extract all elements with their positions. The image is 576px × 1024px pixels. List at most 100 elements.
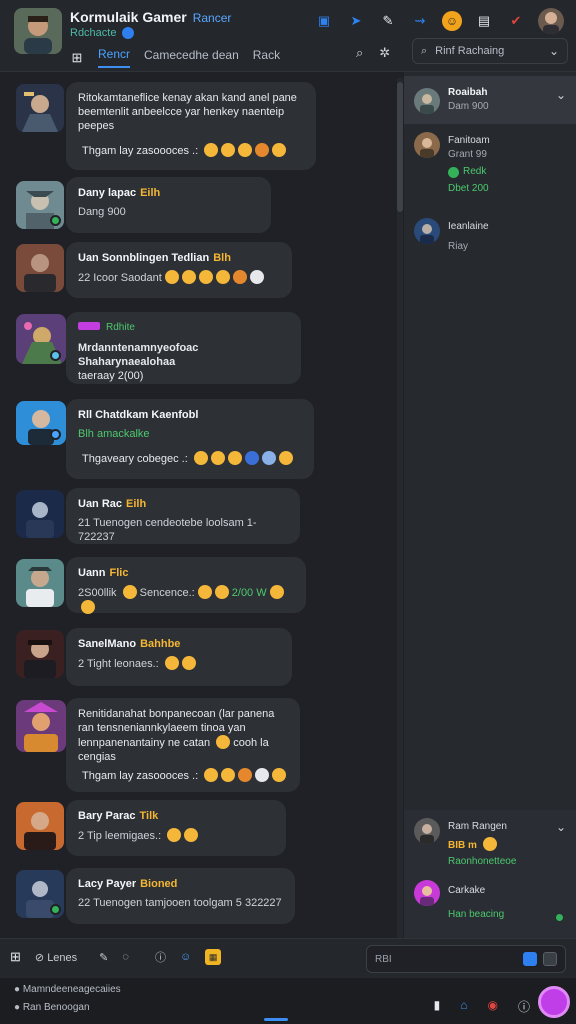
calendar-icon[interactable]: ▤: [474, 11, 494, 31]
emoji-icon[interactable]: [81, 600, 95, 614]
emoji-icon[interactable]: ☺: [180, 951, 191, 963]
emoji-icon[interactable]: [164, 656, 179, 670]
message-avatar[interactable]: [16, 802, 64, 850]
emoji-icon[interactable]: [261, 451, 276, 465]
clip-icon[interactable]: ⊘ Lenes: [35, 951, 77, 964]
tab-2[interactable]: Rack: [253, 48, 280, 67]
member-sub: Riay: [448, 241, 469, 252]
tab-0[interactable]: Rencr: [98, 47, 131, 68]
emoji-icon[interactable]: [255, 143, 270, 157]
message-avatar[interactable]: [16, 244, 64, 292]
search-input[interactable]: ⌕ Rinf Rachaing ⌄: [412, 38, 568, 64]
emoji-icon[interactable]: [181, 270, 196, 284]
pin-icon[interactable]: ✎: [378, 11, 398, 31]
emoji-icon[interactable]: [221, 143, 236, 157]
emoji-icon[interactable]: [238, 768, 253, 782]
message-avatar[interactable]: [16, 559, 64, 607]
user-avatar[interactable]: [538, 8, 564, 34]
member-text: Fanitoam Grant 99 Redk Dbet 200: [448, 134, 490, 196]
emoji-icon[interactable]: [198, 270, 213, 284]
emoji-icon[interactable]: [249, 270, 264, 284]
emoji-icon[interactable]: [232, 270, 247, 284]
emoji-icon[interactable]: [184, 828, 199, 842]
emoji-icon[interactable]: [181, 656, 196, 670]
online-status-icon: [448, 166, 459, 178]
sender-name[interactable]: Uann: [78, 567, 106, 579]
gif-icon[interactable]: ▦: [205, 949, 222, 965]
subtitle-text: Rdchacte: [70, 27, 117, 39]
sender-name[interactable]: Rll Chatdkam Kaenfobl: [78, 409, 198, 421]
notification-icon[interactable]: ✔: [506, 11, 526, 31]
grid-icon[interactable]: ⊞: [10, 949, 21, 965]
tab-1[interactable]: Camecedhe dean: [144, 48, 239, 67]
message-avatar[interactable]: [16, 84, 64, 132]
share-icon[interactable]: ⇝: [410, 11, 430, 31]
sender-name[interactable]: Dany lapac: [78, 187, 136, 199]
emoji-icon[interactable]: [272, 143, 287, 157]
emoji-icon[interactable]: [214, 585, 229, 599]
message-avatar[interactable]: [16, 700, 66, 752]
send-icon[interactable]: ➤: [346, 11, 366, 31]
sender-name[interactable]: Uan Rac: [78, 498, 122, 510]
footer-line: ● Ran Benoogan: [14, 1002, 90, 1013]
emoji-icon[interactable]: [193, 451, 208, 465]
message-bubble: Ritokamtaneflice kenay akan kand anel pa…: [66, 82, 316, 170]
channel-avatar[interactable]: [14, 8, 62, 54]
message-subline: 2 Tight leonaes.:: [78, 656, 280, 671]
member-text: Ram Rangen BIB m Raonhonetteoe: [448, 820, 516, 869]
book-icon[interactable]: ▮: [434, 998, 441, 1015]
emoji-icon[interactable]: [269, 585, 284, 599]
sender-name[interactable]: Uan Sonnblingen Tedlian: [78, 252, 209, 264]
emoji-icon[interactable]: [122, 585, 137, 599]
footer-icons: ▮ ⌂ ◉ ⓘ: [434, 998, 530, 1015]
record-icon[interactable]: ◉: [488, 998, 498, 1015]
sender-badge: Tilk: [139, 810, 159, 822]
emoji-icon[interactable]: [272, 768, 287, 782]
message-avatar[interactable]: [16, 490, 64, 538]
emoji-icon[interactable]: [227, 451, 242, 465]
emoji-icon[interactable]: [221, 768, 236, 782]
message-text: 2/00 W: [231, 587, 267, 599]
message-avatar[interactable]: [16, 630, 64, 678]
member-avatar: [414, 218, 440, 244]
message-bubble: Uann Flic 2S00llik Sencence.: 2/00 W: [66, 557, 306, 614]
sender-name[interactable]: SanelMano: [78, 638, 136, 650]
emoji-icon[interactable]: [255, 768, 270, 782]
emoji-icon[interactable]: [215, 270, 230, 284]
chevron-down-icon[interactable]: ⌄: [556, 88, 566, 102]
chevron-down-icon[interactable]: ⌄: [549, 44, 559, 58]
emoji-icon[interactable]: [204, 143, 219, 157]
settings-icon[interactable]: ✲: [379, 45, 390, 61]
tool-icons: ⌕ ✲: [356, 45, 390, 61]
emoji-icon[interactable]: [197, 585, 212, 599]
pin-icon[interactable]: ✎: [99, 951, 108, 964]
expand-icon[interactable]: [543, 952, 557, 966]
emoji-icon[interactable]: [210, 451, 225, 465]
voice-button[interactable]: [538, 986, 570, 1018]
member-text: Carkake Han beacing: [448, 884, 504, 922]
emoji-icon[interactable]: [167, 828, 182, 842]
emoji-icon[interactable]: [278, 451, 293, 465]
emoji-icon[interactable]: [164, 270, 179, 284]
chevron-down-icon[interactable]: ⌄: [556, 820, 566, 834]
reaction-text: Thgaveary cobegec .:: [82, 453, 188, 465]
sender-name[interactable]: Bary Parac: [78, 810, 136, 822]
attach-icon[interactable]: [523, 952, 537, 966]
header: Kormulaik Gamer Rancer Rdchacte ⊞ Rencr C…: [0, 0, 576, 72]
scrollbar-thumb[interactable]: [397, 82, 403, 212]
emoji-icon[interactable]: ☺: [442, 11, 462, 31]
info-icon[interactable]: ⓘ: [155, 949, 166, 965]
info-icon[interactable]: ⓘ: [518, 998, 530, 1015]
bookmark-icon[interactable]: ▣: [314, 11, 334, 31]
chat-icon[interactable]: ◌: [122, 951, 129, 963]
message-input[interactable]: RBI: [366, 945, 566, 973]
sender-name[interactable]: Lacy Payer: [78, 878, 136, 890]
home-icon[interactable]: ⌂: [460, 998, 467, 1015]
search-icon[interactable]: ⌕: [356, 45, 363, 61]
emoji-icon[interactable]: [216, 735, 231, 749]
grid-icon[interactable]: ⊞: [70, 48, 84, 68]
emoji-icon[interactable]: [244, 451, 259, 465]
emoji-icon[interactable]: [238, 143, 253, 157]
emoji-icon[interactable]: [204, 768, 219, 782]
sender-badge: Bahhbe: [140, 638, 181, 650]
